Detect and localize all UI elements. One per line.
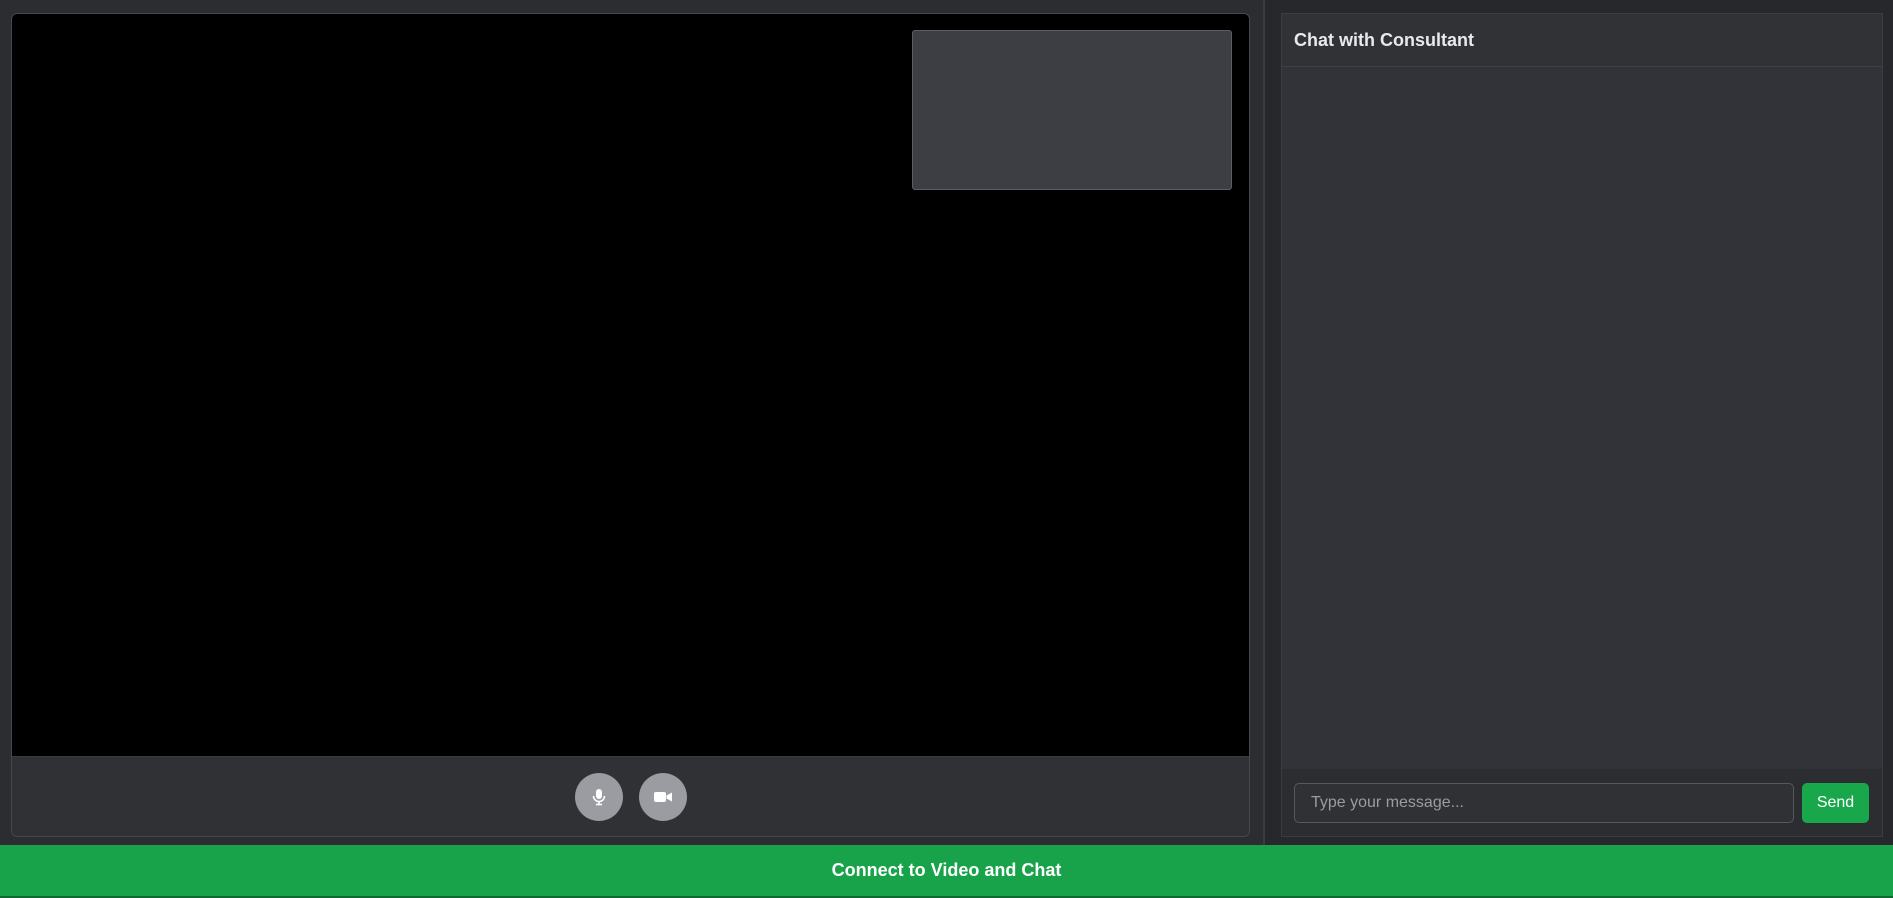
send-button[interactable]: Send	[1802, 782, 1869, 823]
microphone-icon	[591, 788, 607, 806]
chat-message-input[interactable]	[1294, 782, 1794, 823]
local-video-preview	[912, 30, 1232, 190]
chat-input-bar: Send	[1282, 769, 1882, 836]
connect-video-chat-button[interactable]: Connect to Video and Chat	[0, 845, 1893, 898]
app-root: Chat with Consultant Send Connect to Vid…	[0, 0, 1893, 898]
video-camera-icon	[653, 791, 672, 803]
chat-panel: Chat with Consultant Send	[1265, 0, 1893, 845]
chat-header: Chat with Consultant	[1282, 14, 1882, 67]
chat-card: Chat with Consultant Send	[1281, 13, 1883, 837]
chat-message-list[interactable]	[1282, 67, 1882, 767]
video-panel	[0, 0, 1263, 845]
toggle-camera-button[interactable]	[638, 773, 687, 821]
call-controls-bar	[12, 756, 1249, 836]
chat-title: Chat with Consultant	[1294, 29, 1474, 50]
mute-microphone-button[interactable]	[574, 773, 623, 821]
video-card	[11, 13, 1250, 837]
